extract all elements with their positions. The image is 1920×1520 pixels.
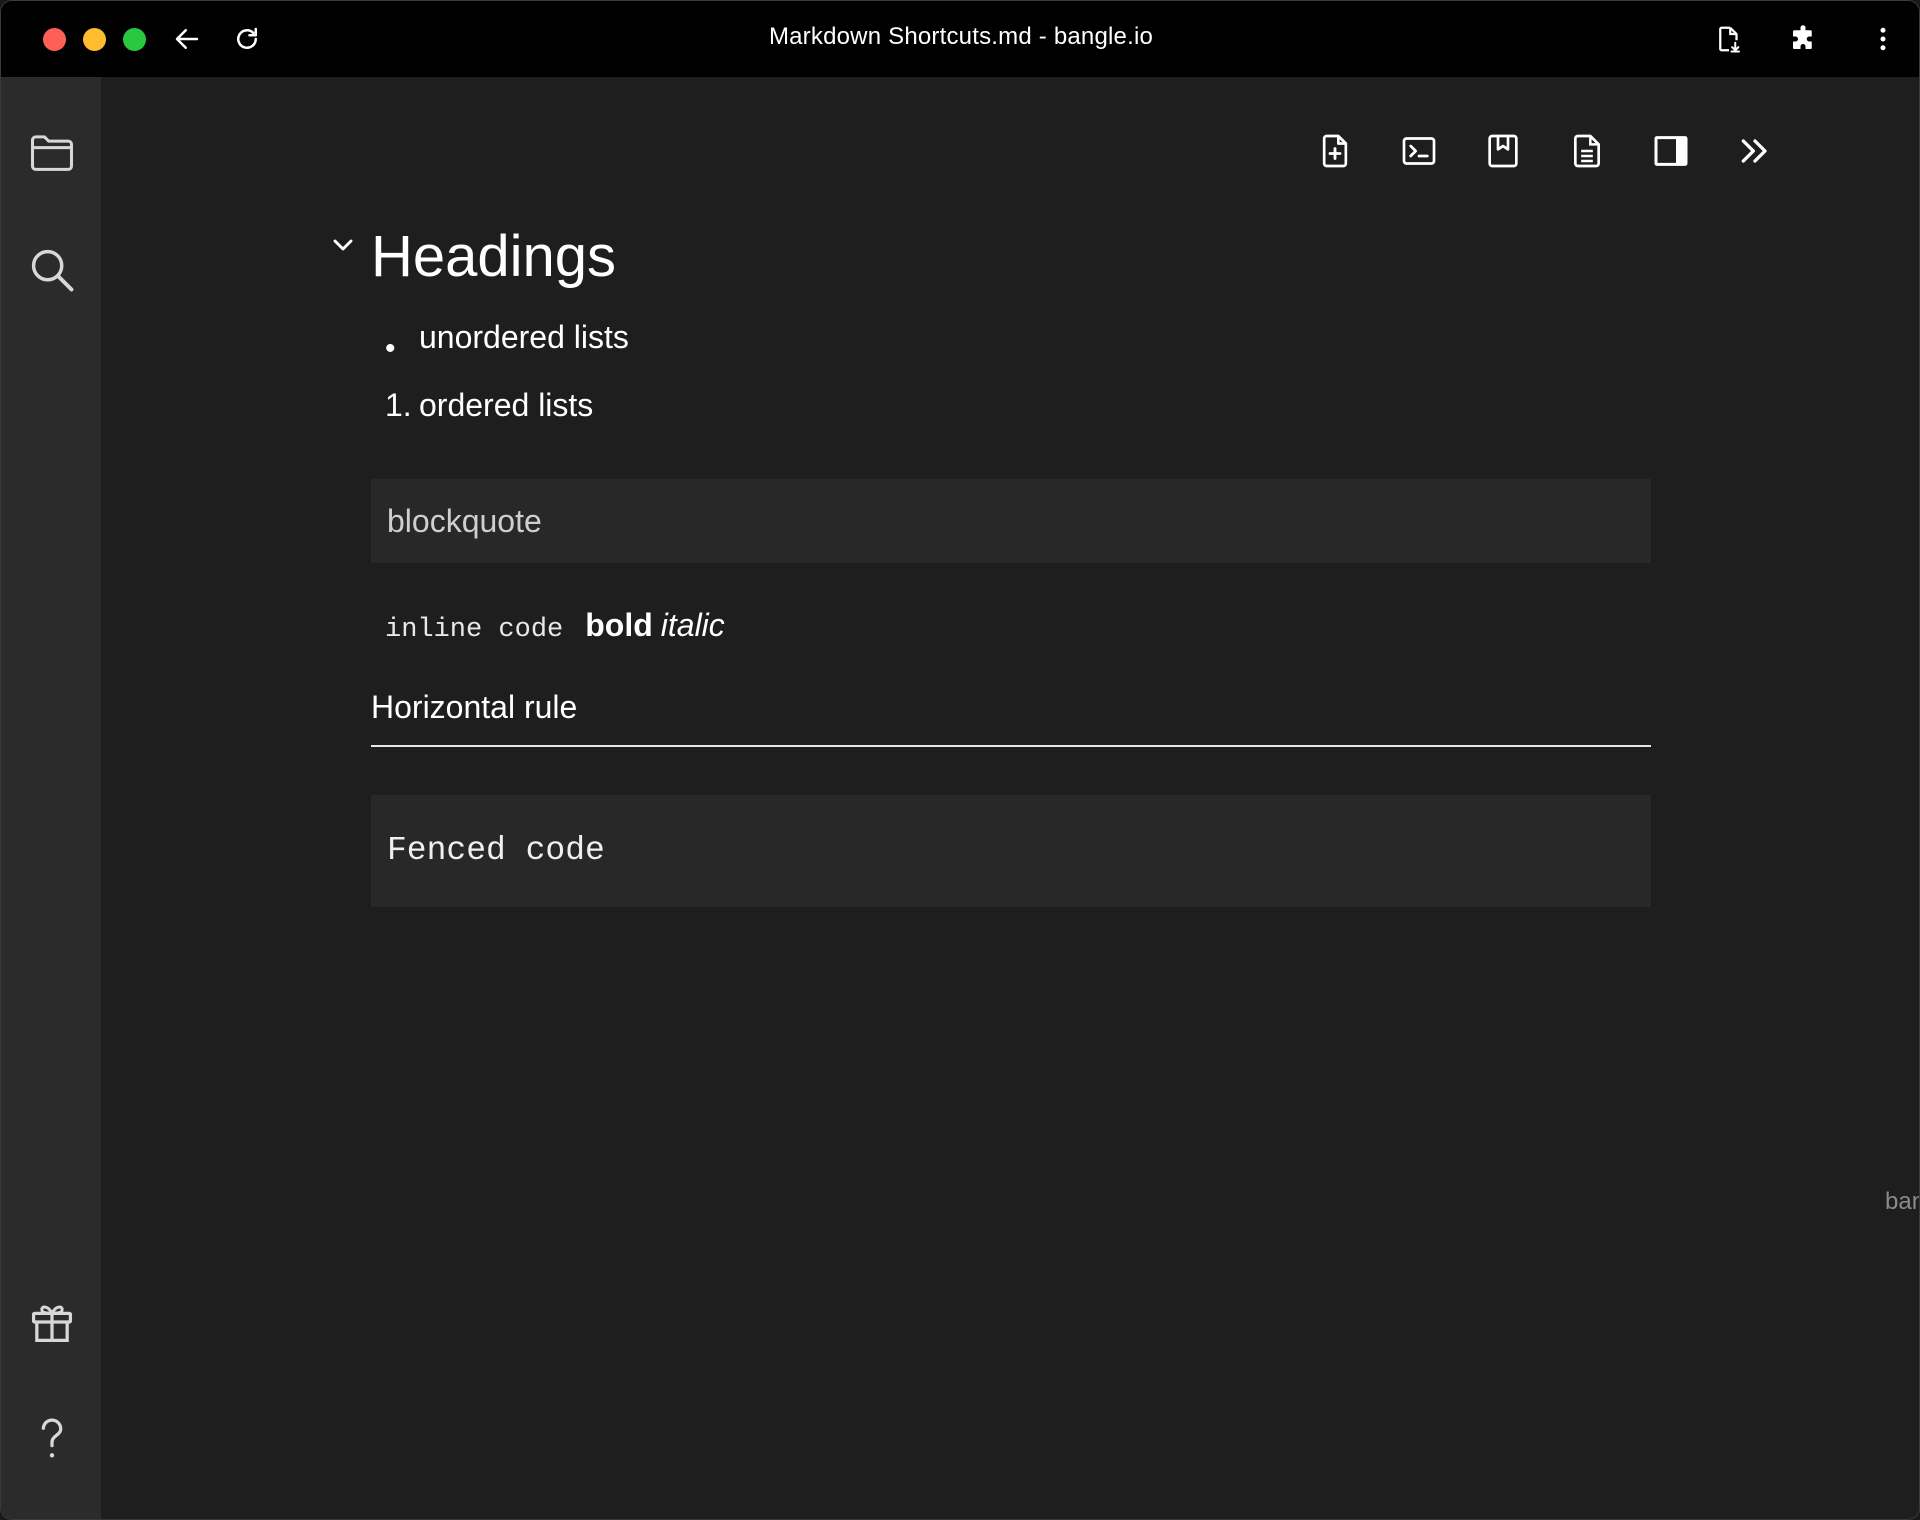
horizontal-rule-label: Horizontal rule (371, 689, 578, 725)
window-title: Markdown Shortcuts.md - bangle.io (768, 23, 1154, 50)
ordered-list-marker: 1. (385, 387, 412, 423)
double-chevron-right-icon (1741, 139, 1767, 163)
brand-name: bangle.io (1885, 1188, 1919, 1215)
note-document-icon (1574, 134, 1600, 168)
editor-area: Headings • unordered lists 1. ordered li… (101, 77, 1919, 1519)
ordered-list-item: ordered lists (419, 387, 594, 423)
toggle-sidebar-icon (1654, 136, 1688, 166)
bookmark-icon (1488, 134, 1518, 168)
browser-menu-button[interactable] (1865, 21, 1901, 57)
help-button[interactable] (23, 1409, 81, 1467)
chevron-down-icon[interactable] (327, 229, 359, 261)
activity-bar (1, 77, 101, 1519)
bold-text: bold (585, 607, 653, 643)
more-vertical-icon (1880, 27, 1886, 51)
fenced-code-block: Fenced code (371, 795, 1651, 907)
app-window: Markdown Shortcuts.md - bangle.io Headin… (0, 0, 1920, 1520)
expand-panel-button[interactable] (1733, 129, 1777, 173)
italic-text: italic (660, 607, 725, 643)
search-icon (31, 249, 74, 292)
gift-icon (31, 1305, 73, 1343)
toggle-sidebar-button[interactable] (1649, 129, 1693, 173)
inline-code: inline code (385, 615, 564, 645)
install-app-button[interactable] (1711, 21, 1747, 57)
folder-icon (30, 135, 74, 171)
unordered-list-item: unordered lists (419, 319, 629, 355)
heading-1: Headings (371, 224, 617, 289)
files-button[interactable] (23, 123, 81, 181)
search-button[interactable] (23, 241, 81, 299)
note-info-button[interactable] (1565, 129, 1609, 173)
new-note-button[interactable] (1313, 129, 1357, 173)
download-file-icon (1719, 26, 1740, 53)
brand-footer[interactable]: bangle.io (1885, 1187, 1919, 1217)
new-note-icon (1322, 134, 1348, 168)
help-question-icon (41, 1418, 63, 1458)
command-palette-button[interactable] (1397, 129, 1441, 173)
extensions-puzzle-icon (1793, 25, 1812, 49)
extensions-button[interactable] (1785, 21, 1821, 57)
whats-new-button[interactable] (23, 1293, 81, 1351)
title-bar: Markdown Shortcuts.md - bangle.io (1, 1, 1919, 77)
bullet-marker: • (385, 332, 396, 365)
inline-formatting-paragraph: inline code bold italic (385, 607, 725, 657)
horizontal-rule (371, 745, 1651, 747)
bookmark-button[interactable] (1481, 129, 1525, 173)
command-palette-icon (1402, 137, 1436, 165)
blockquote: blockquote (371, 479, 1651, 563)
